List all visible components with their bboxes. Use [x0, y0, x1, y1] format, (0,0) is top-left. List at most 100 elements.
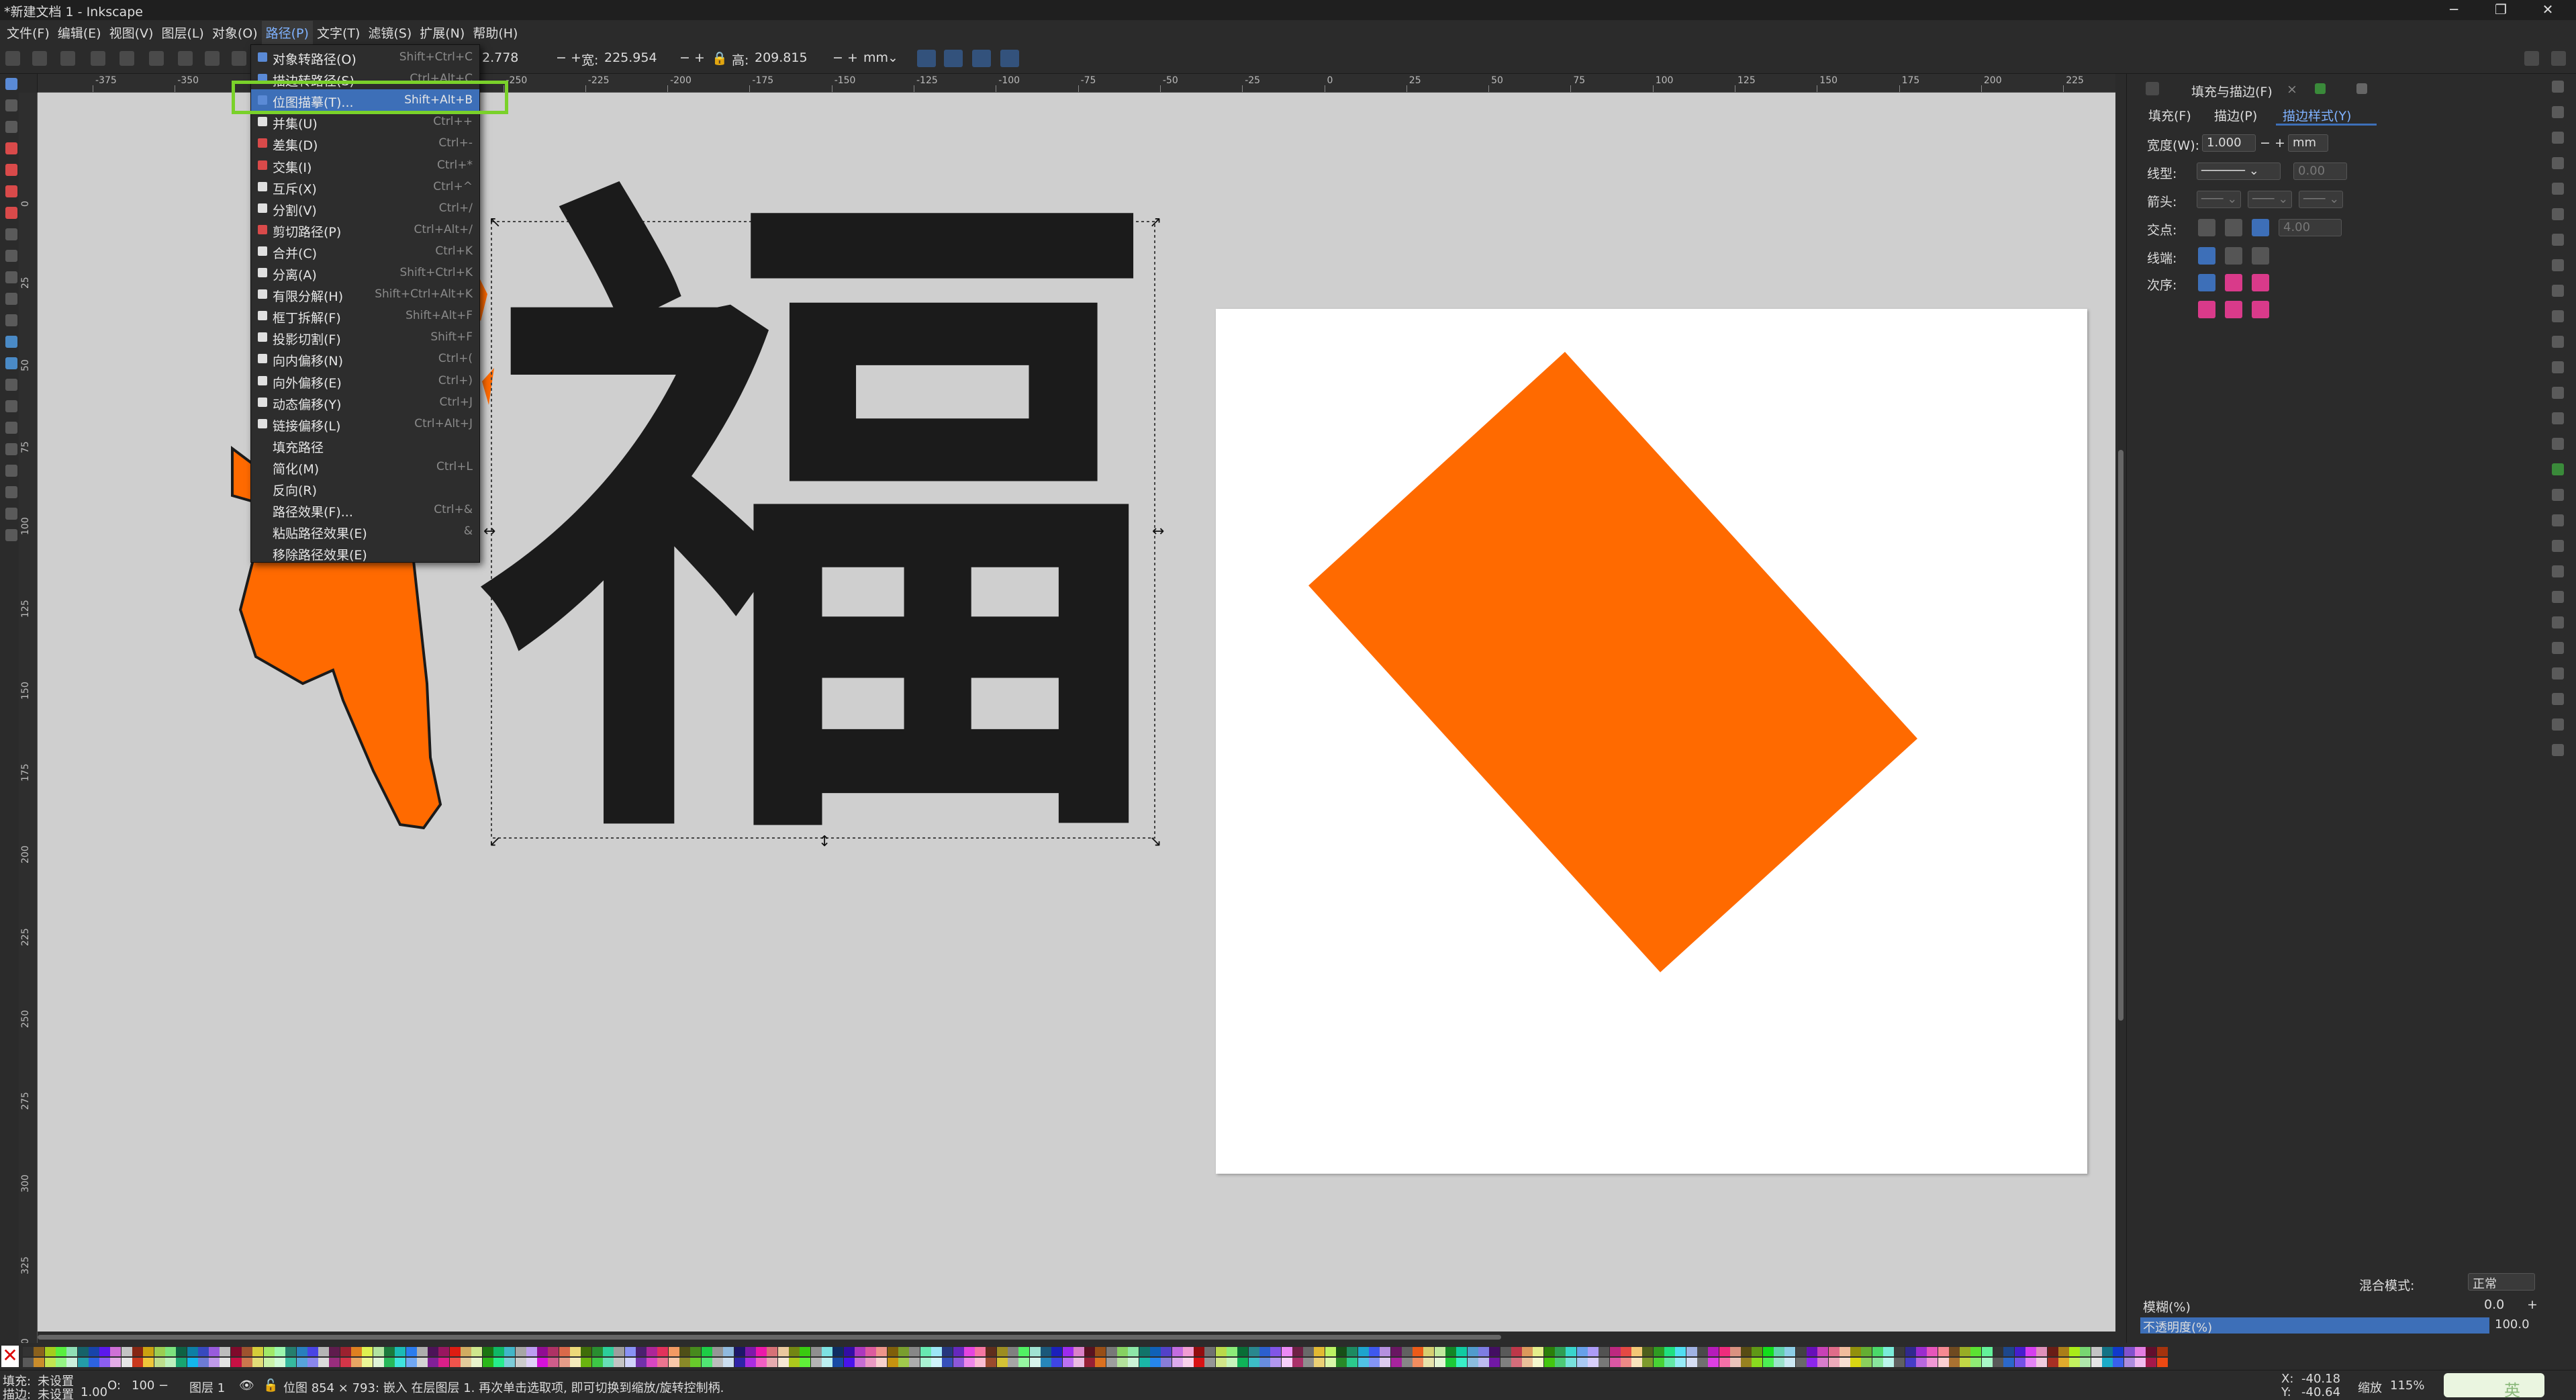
palette-swatch[interactable]: [723, 1358, 734, 1367]
palette-swatch[interactable]: [23, 1347, 34, 1356]
palette-swatch[interactable]: [44, 1358, 56, 1367]
palette-swatch[interactable]: [701, 1347, 712, 1356]
palette-swatch[interactable]: [865, 1358, 877, 1367]
palette-swatch[interactable]: [1478, 1358, 1489, 1367]
palette-swatch[interactable]: [723, 1347, 734, 1356]
palette-swatch[interactable]: [2113, 1358, 2124, 1367]
palette-swatch[interactable]: [1008, 1347, 1018, 1356]
palette-swatch[interactable]: [1390, 1358, 1402, 1367]
cap-butt-icon[interactable]: [2198, 247, 2215, 265]
export-icon[interactable]: [2552, 208, 2564, 220]
lock-icon[interactable]: 🔓: [263, 1379, 278, 1393]
palette-swatch[interactable]: [1642, 1347, 1654, 1356]
palette-swatch[interactable]: [1084, 1347, 1096, 1356]
palette-swatch[interactable]: [1729, 1347, 1741, 1356]
path-menu-item[interactable]: 互斥(X) Ctrl+^: [251, 176, 479, 197]
palette-swatch[interactable]: [2025, 1358, 2036, 1367]
palette-swatch[interactable]: [1719, 1347, 1730, 1356]
palette-swatch[interactable]: [1204, 1347, 1216, 1356]
palette-swatch[interactable]: [1609, 1358, 1621, 1367]
palette-swatch[interactable]: [767, 1358, 778, 1367]
palette-swatch[interactable]: [1993, 1347, 2003, 1356]
fill-stroke-dialog-icon[interactable]: [2552, 565, 2564, 577]
subtab-stroke-style[interactable]: 描边样式(Y): [2283, 106, 2351, 124]
palette-swatch[interactable]: [121, 1347, 132, 1356]
palette-swatch[interactable]: [1423, 1347, 1435, 1356]
layers-dialog-icon[interactable]: [2552, 616, 2564, 628]
paint-bucket-tool-icon[interactable]: [5, 400, 17, 412]
palette-swatch[interactable]: [471, 1358, 483, 1367]
palette-swatch[interactable]: [1303, 1347, 1315, 1356]
palette-swatch[interactable]: [1227, 1358, 1237, 1367]
palette-swatch[interactable]: [548, 1347, 559, 1356]
palette-swatch[interactable]: [209, 1347, 220, 1356]
panel-menu-icon[interactable]: [2146, 82, 2159, 95]
palette-swatch[interactable]: [438, 1358, 450, 1367]
palette-swatch[interactable]: [1084, 1358, 1096, 1367]
path-menu-item[interactable]: 粘贴路径效果(E) &: [251, 520, 479, 542]
palette-swatch[interactable]: [745, 1347, 756, 1356]
zoom-tool-icon[interactable]: [5, 508, 17, 520]
palette-swatch[interactable]: [1281, 1358, 1292, 1367]
palette-swatch[interactable]: [1533, 1347, 1544, 1356]
palette-swatch[interactable]: [1445, 1358, 1456, 1367]
palette-swatch[interactable]: [493, 1358, 504, 1367]
palette-swatch[interactable]: [963, 1358, 975, 1367]
fu-bitmap-glyph[interactable]: 福: [481, 183, 1165, 861]
menu-edit[interactable]: 编辑(E): [54, 21, 105, 44]
palette-swatch[interactable]: [1413, 1347, 1424, 1356]
path-menu-item[interactable]: 有限分解(H) Shift+Ctrl+Alt+K: [251, 283, 479, 305]
palette-swatch[interactable]: [1861, 1358, 1872, 1367]
palette-swatch[interactable]: [975, 1358, 986, 1367]
palette-swatch[interactable]: [1970, 1347, 1982, 1356]
palette-swatch[interactable]: [2134, 1347, 2146, 1356]
palette-swatch[interactable]: [1237, 1358, 1249, 1367]
zoom-selection-icon[interactable]: [2552, 361, 2564, 373]
stroke-indicator-value[interactable]: 未设置: [38, 1385, 74, 1400]
flip-horizontal-icon[interactable]: [149, 51, 164, 66]
path-menu-item[interactable]: 分割(V) Ctrl+/: [251, 197, 479, 219]
palette-swatch[interactable]: [252, 1358, 264, 1367]
palette-swatch[interactable]: [55, 1347, 66, 1356]
palette-swatch[interactable]: [745, 1358, 756, 1367]
palette-swatch[interactable]: [2025, 1347, 2036, 1356]
palette-swatch[interactable]: [777, 1358, 789, 1367]
palette-swatch[interactable]: [1664, 1347, 1675, 1356]
palette-swatch[interactable]: [756, 1347, 767, 1356]
zoom-page-icon[interactable]: [2552, 412, 2564, 424]
palette-swatch[interactable]: [1609, 1347, 1621, 1356]
h-stepper[interactable]: − +: [832, 50, 858, 65]
subtab-stroke-paint[interactable]: 描边(P): [2214, 106, 2257, 124]
opacity-stepper[interactable]: −: [158, 1379, 169, 1393]
path-menu-item[interactable]: 路径效果(F)... Ctrl+&: [251, 499, 479, 520]
palette-swatch[interactable]: [1784, 1358, 1796, 1367]
palette-swatch[interactable]: [734, 1347, 745, 1356]
palette-swatch[interactable]: [2102, 1347, 2113, 1356]
palette-swatch[interactable]: [99, 1347, 111, 1356]
palette-swatch[interactable]: [942, 1358, 953, 1367]
stroke-width-indicator[interactable]: 1.00: [81, 1385, 107, 1399]
palette-swatch[interactable]: [220, 1347, 231, 1356]
palette-swatch[interactable]: [668, 1347, 679, 1356]
palette-swatch[interactable]: [1708, 1358, 1719, 1367]
palette-swatch[interactable]: [887, 1358, 898, 1367]
palette-swatch[interactable]: [1817, 1347, 1829, 1356]
flip-vertical-icon[interactable]: [178, 51, 193, 66]
zoom-value[interactable]: 115%: [2390, 1379, 2424, 1393]
palette-swatch[interactable]: [1927, 1347, 1938, 1356]
palette-swatch[interactable]: [263, 1358, 275, 1367]
palette-swatch[interactable]: [1741, 1347, 1752, 1356]
palette-swatch[interactable]: [1708, 1347, 1719, 1356]
palette-swatch[interactable]: [690, 1347, 702, 1356]
palette-swatch[interactable]: [285, 1347, 297, 1356]
no-paint-swatch[interactable]: ✕: [1, 1346, 19, 1367]
palette-swatch[interactable]: [285, 1358, 297, 1367]
palette-swatch[interactable]: [1752, 1358, 1763, 1367]
stroke-width-input[interactable]: 1.000: [2202, 134, 2256, 152]
palette-swatch[interactable]: [1139, 1347, 1150, 1356]
palette-swatch[interactable]: [690, 1358, 702, 1367]
palette-swatch[interactable]: [1095, 1347, 1106, 1356]
palette-swatch[interactable]: [1018, 1347, 1030, 1356]
palette-swatch[interactable]: [909, 1347, 920, 1356]
palette-swatch[interactable]: [1555, 1358, 1566, 1367]
